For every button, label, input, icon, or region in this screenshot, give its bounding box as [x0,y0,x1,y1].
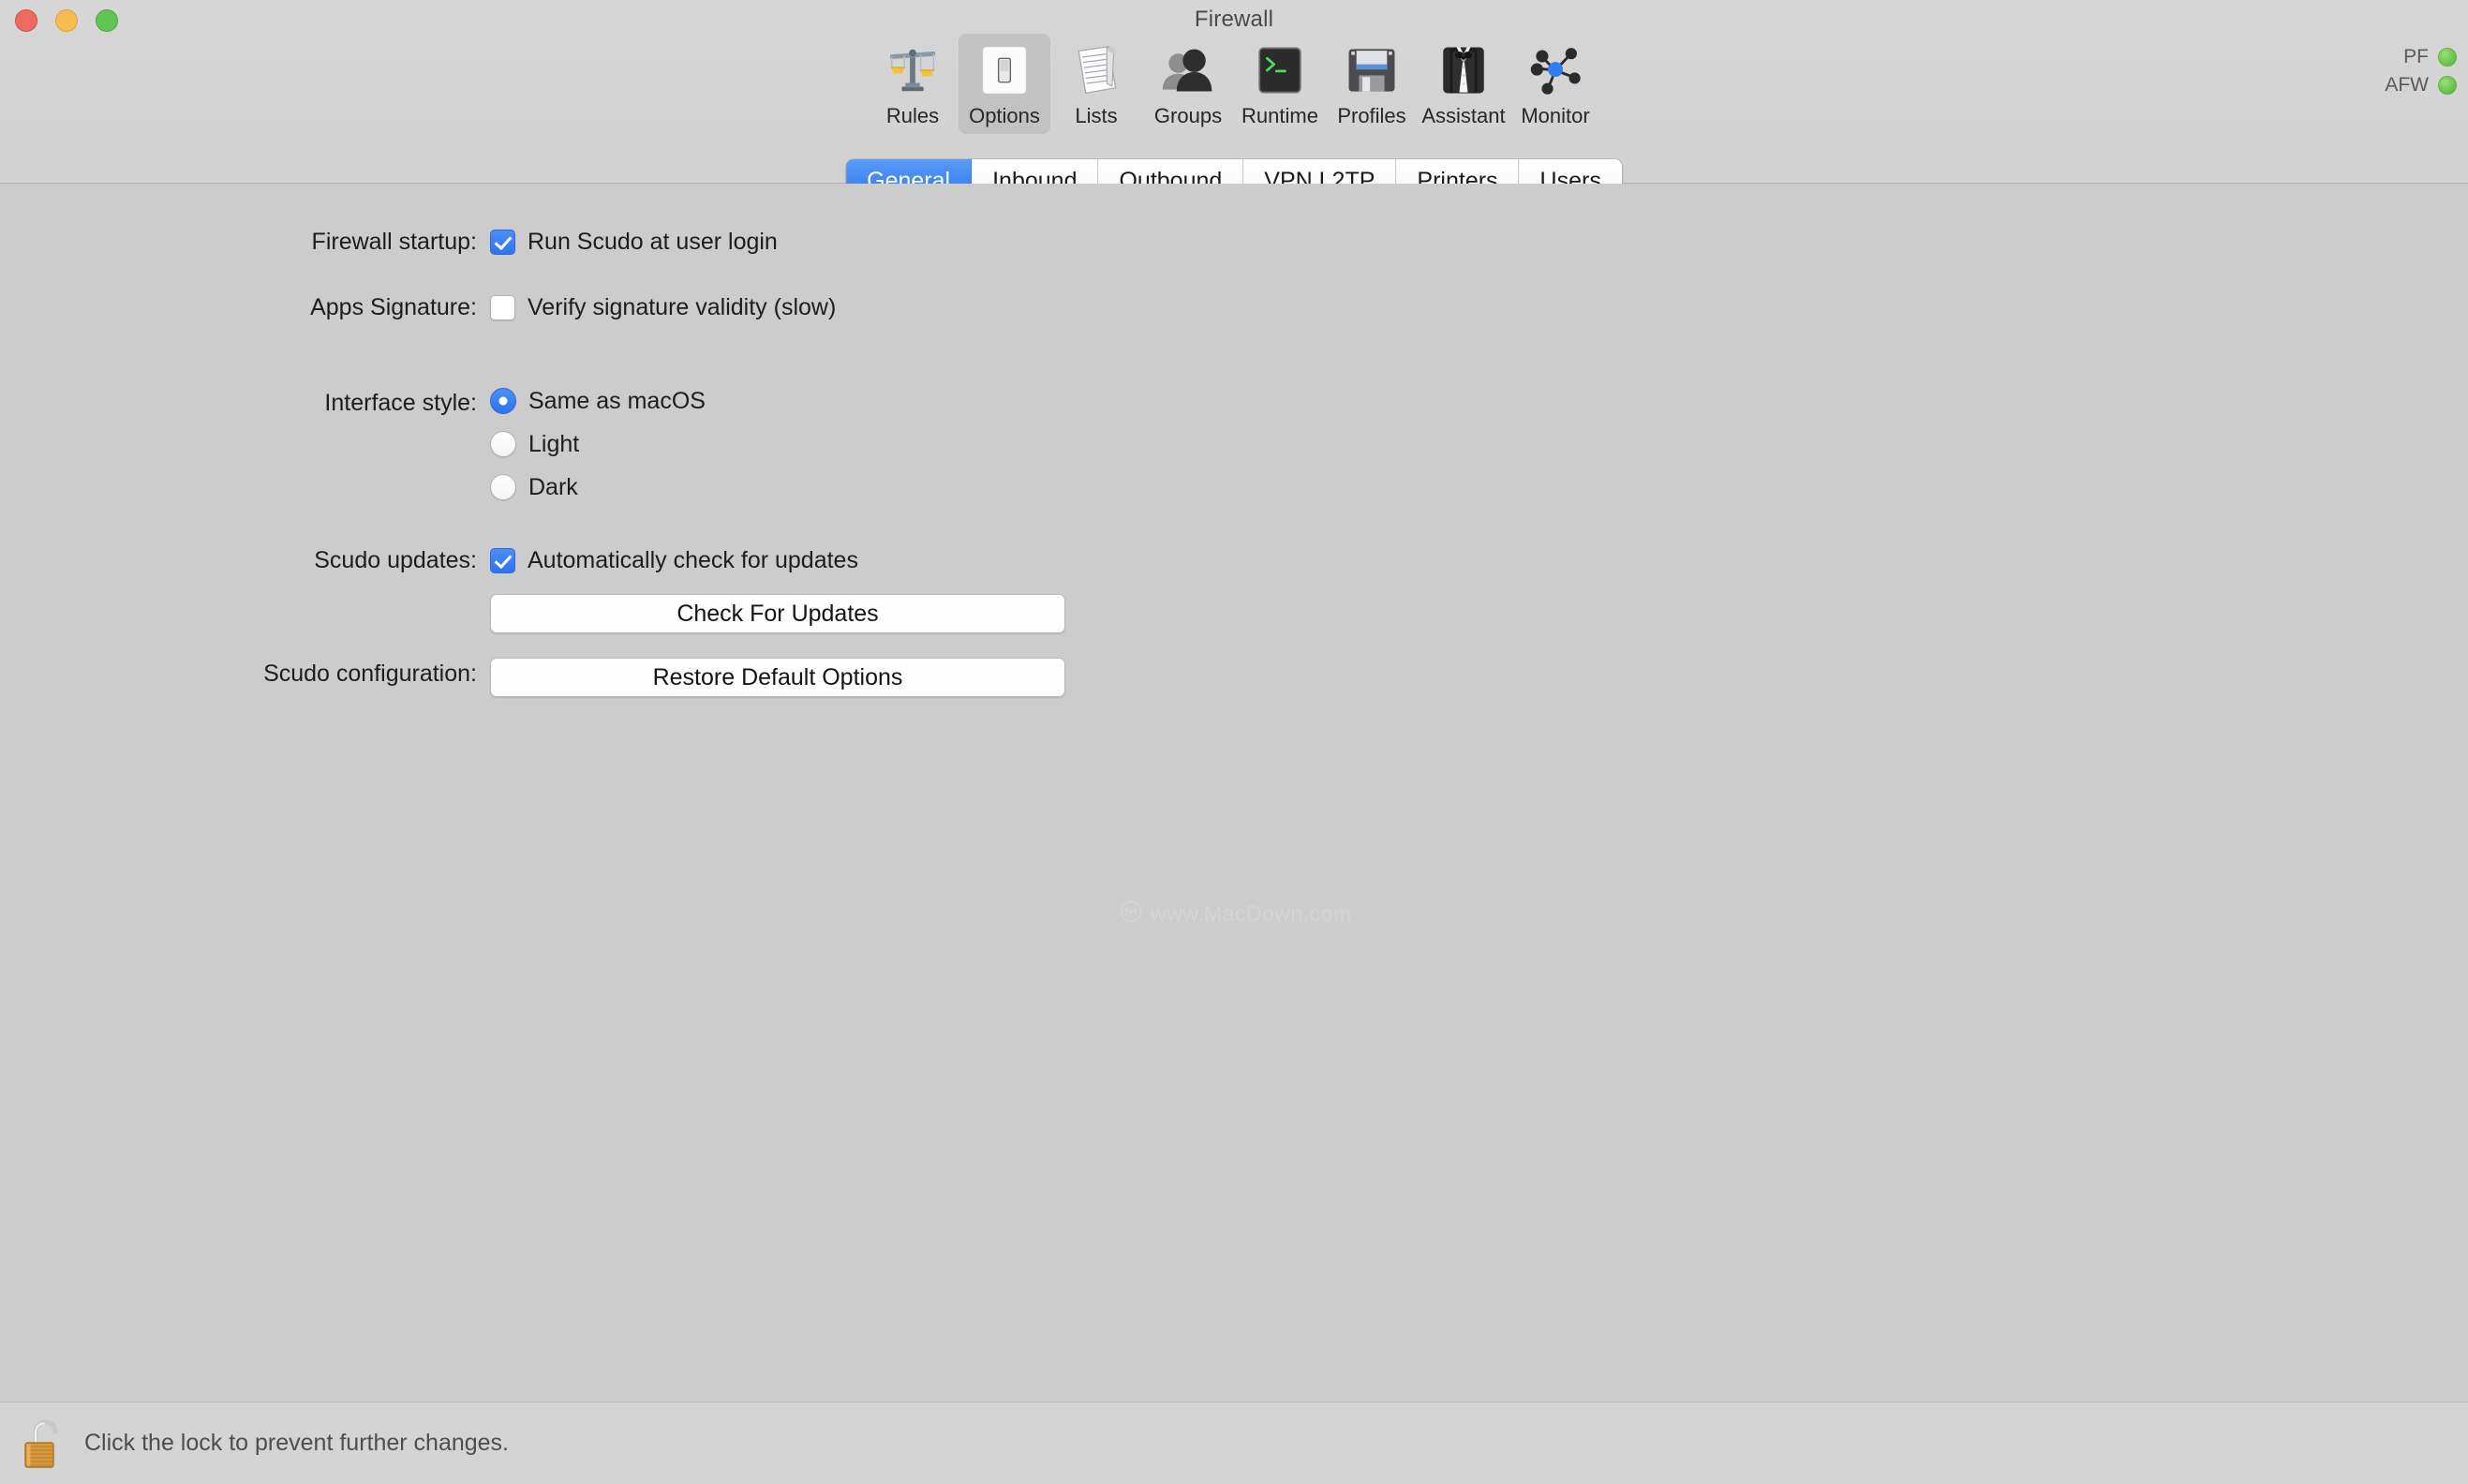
radio-label-light: Light [528,430,580,457]
checkbox-verify-signature-validity[interactable] [490,294,515,320]
control-scudo-updates[interactable]: Automatically check for updates [490,544,858,576]
label-scudo-updates: Scudo updates: [314,547,477,573]
network-icon [1524,39,1586,101]
toolbar-item-rules[interactable]: Rules [867,34,959,134]
checkbox-label-auto-check-updates: Automatically check for updates [528,547,858,573]
row-firewall-startup: Firewall startup: Run Scudo at user logi… [0,226,778,258]
check-for-updates-button[interactable]: Check For Updates [490,594,1065,633]
radio-row-same-as-macos[interactable]: Same as macOS [490,387,706,415]
notepad-icon [1065,39,1127,101]
label-scudo-configuration: Scudo configuration: [263,660,477,687]
lock-bar: Click the lock to prevent further change… [0,1402,2468,1484]
toolbar-label-monitor: Monitor [1521,104,1590,127]
toolbar-label-assistant: Assistant [1421,104,1506,127]
title-bar: Firewall PF AFW Rules Options Lists Grou… [0,0,2468,202]
toolbar-label-runtime: Runtime [1241,104,1318,127]
toolbar-label-rules: Rules [885,104,940,127]
row-scudo-updates: Scudo updates: Automatically check for u… [0,544,858,576]
tuxedo-icon [1433,39,1494,101]
scales-icon [882,39,944,101]
control-firewall-startup[interactable]: Run Scudo at user login [490,226,778,258]
radio-group-interface-style: Same as macOS Light Dark [490,387,706,501]
status-indicators: PF AFW [2385,46,2457,96]
status-label-pf: PF [2403,46,2429,67]
radio-row-light[interactable]: Light [490,430,706,458]
label-interface-style: Interface style: [324,390,477,416]
toolbar-label-lists: Lists [1075,104,1118,127]
status-dot-pf [2438,48,2457,67]
row-interface-style: Interface style: Same as macOS Light Dar… [0,387,706,501]
checkbox-label-run-scudo-at-login: Run Scudo at user login [528,229,778,255]
toolbar-label-profiles: Profiles [1337,104,1406,127]
floppy-disk-icon [1341,39,1403,101]
unlocked-padlock-icon[interactable] [19,1417,71,1471]
toolbar-item-assistant[interactable]: Assistant [1418,34,1509,134]
toolbar-item-monitor[interactable]: Monitor [1509,34,1601,134]
toolbar-item-groups[interactable]: Groups [1142,34,1234,134]
checkbox-label-verify-signature-validity: Verify signature validity (slow) [528,294,837,320]
radio-row-dark[interactable]: Dark [490,473,706,501]
watermark: www.MacDown.com [1120,900,1352,928]
terminal-icon [1249,39,1311,101]
control-apps-signature[interactable]: Verify signature validity (slow) [490,291,836,323]
light-switch-icon [974,39,1035,101]
radio-label-dark: Dark [528,473,578,500]
status-label-afw: AFW [2385,74,2429,96]
toolbar-item-lists[interactable]: Lists [1050,34,1142,134]
radio-same-as-macos[interactable] [490,388,516,414]
toolbar-label-options: Options [969,104,1040,127]
row-check-for-updates: Check For Updates [0,594,1065,633]
status-row-afw: AFW [2385,74,2457,96]
people-icon [1157,39,1219,101]
label-firewall-startup: Firewall startup: [311,229,477,255]
window-title: Firewall [1194,7,1274,32]
radio-light[interactable] [490,431,516,457]
status-dot-afw [2438,76,2457,95]
checkbox-run-scudo-at-login[interactable] [490,229,515,255]
toolbar-item-options[interactable]: Options [959,34,1050,134]
lock-bar-text: Click the lock to prevent further change… [84,1430,510,1456]
macdown-logo-icon [1120,900,1142,928]
restore-default-options-button[interactable]: Restore Default Options [490,658,1065,697]
toolbar-label-groups: Groups [1153,104,1223,127]
toolbar-item-profiles[interactable]: Profiles [1326,34,1418,134]
firewall-window: Firewall PF AFW Rules Options Lists Grou… [0,0,2468,1484]
label-apps-signature: Apps Signature: [310,294,477,320]
checkbox-auto-check-updates[interactable] [490,547,515,573]
row-scudo-configuration: Scudo configuration: Restore Default Opt… [0,658,1065,697]
status-row-pf: PF [2385,46,2457,67]
radio-label-same-as-macos: Same as macOS [528,387,706,414]
watermark-text: www.MacDown.com [1151,901,1352,926]
options-general-panel: Firewall startup: Run Scudo at user logi… [0,184,2468,1402]
row-apps-signature: Apps Signature: Verify signature validit… [0,291,836,323]
radio-dark[interactable] [490,474,516,500]
toolbar: Rules Options Lists Groups Runtime Profi… [867,34,1601,134]
toolbar-item-runtime[interactable]: Runtime [1234,34,1326,134]
